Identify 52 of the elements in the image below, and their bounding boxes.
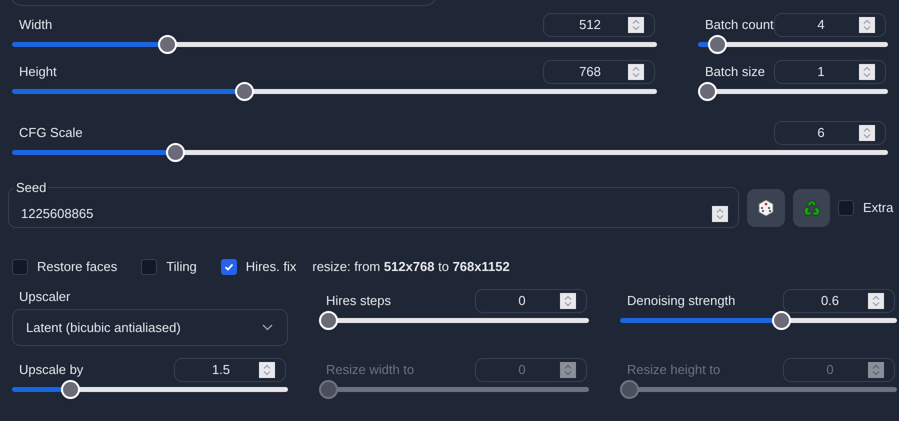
- slider-track[interactable]: [12, 82, 657, 101]
- seed-value: 1225608865: [21, 204, 94, 223]
- slider-track[interactable]: [698, 35, 888, 54]
- checkbox-label: Restore faces: [37, 258, 118, 276]
- checkbox-label: Extra: [863, 199, 894, 218]
- checkbox[interactable]: [12, 258, 28, 275]
- slider-label: Height: [19, 63, 57, 82]
- checkmark-icon: [224, 262, 234, 272]
- checkbox[interactable]: [141, 258, 158, 275]
- slider-label: Batch size: [705, 63, 765, 82]
- slider-fill: [12, 387, 62, 392]
- checkbox[interactable]: [220, 258, 237, 275]
- number-field[interactable]: 512: [543, 13, 655, 37]
- upscaler-dropdown[interactable]: Latent (bicubic antialiased): [12, 309, 288, 346]
- slider-label: Hires steps: [326, 292, 392, 310]
- checkbox-label: Tiling: [166, 258, 197, 276]
- chevron-down-icon: [262, 324, 273, 331]
- number-field[interactable]: 0: [475, 288, 587, 312]
- slider-track[interactable]: [12, 143, 888, 162]
- number-field[interactable]: 768: [543, 60, 655, 84]
- slider-track[interactable]: [620, 310, 897, 330]
- number-field[interactable]: 4: [774, 13, 886, 37]
- checkbox-label: Hires. fix: [246, 258, 296, 276]
- slider-fill: [698, 42, 710, 47]
- dice-icon: [757, 199, 775, 217]
- reuse-seed-button[interactable]: [793, 189, 830, 227]
- slider-track[interactable]: [12, 380, 288, 399]
- slider-track[interactable]: [698, 82, 888, 101]
- spinner-icon[interactable]: [712, 206, 728, 222]
- slider-label: Batch count: [705, 16, 774, 34]
- number-field[interactable]: 1.5: [174, 358, 286, 382]
- slider-label: Denoising strength: [627, 292, 736, 310]
- slider-track[interactable]: [620, 380, 897, 399]
- upscaler-label: Upscaler: [18, 288, 72, 306]
- random-seed-button[interactable]: [747, 189, 785, 227]
- slider-track[interactable]: [319, 310, 589, 330]
- recycle-icon: [802, 199, 820, 217]
- slider-label: CFG Scale: [19, 124, 83, 142]
- slider-label: Width: [19, 16, 52, 34]
- resize-note: resize: from 512x768 to 768x1152: [312, 258, 510, 276]
- spinner-icon[interactable]: [560, 292, 576, 308]
- spinner-icon[interactable]: [868, 292, 884, 308]
- slider-track[interactable]: [12, 35, 657, 54]
- slider-label: Resize height to: [627, 361, 720, 380]
- number-field[interactable]: 1: [774, 60, 886, 84]
- checkbox[interactable]: [838, 200, 854, 216]
- slider-label: Resize width to: [326, 361, 414, 380]
- seed-label: Seed: [15, 179, 48, 197]
- number-field[interactable]: 0.6: [783, 288, 895, 312]
- number-field[interactable]: 6: [774, 121, 886, 145]
- slider-label: Upscale by: [19, 361, 84, 380]
- slider-track[interactable]: [319, 380, 589, 399]
